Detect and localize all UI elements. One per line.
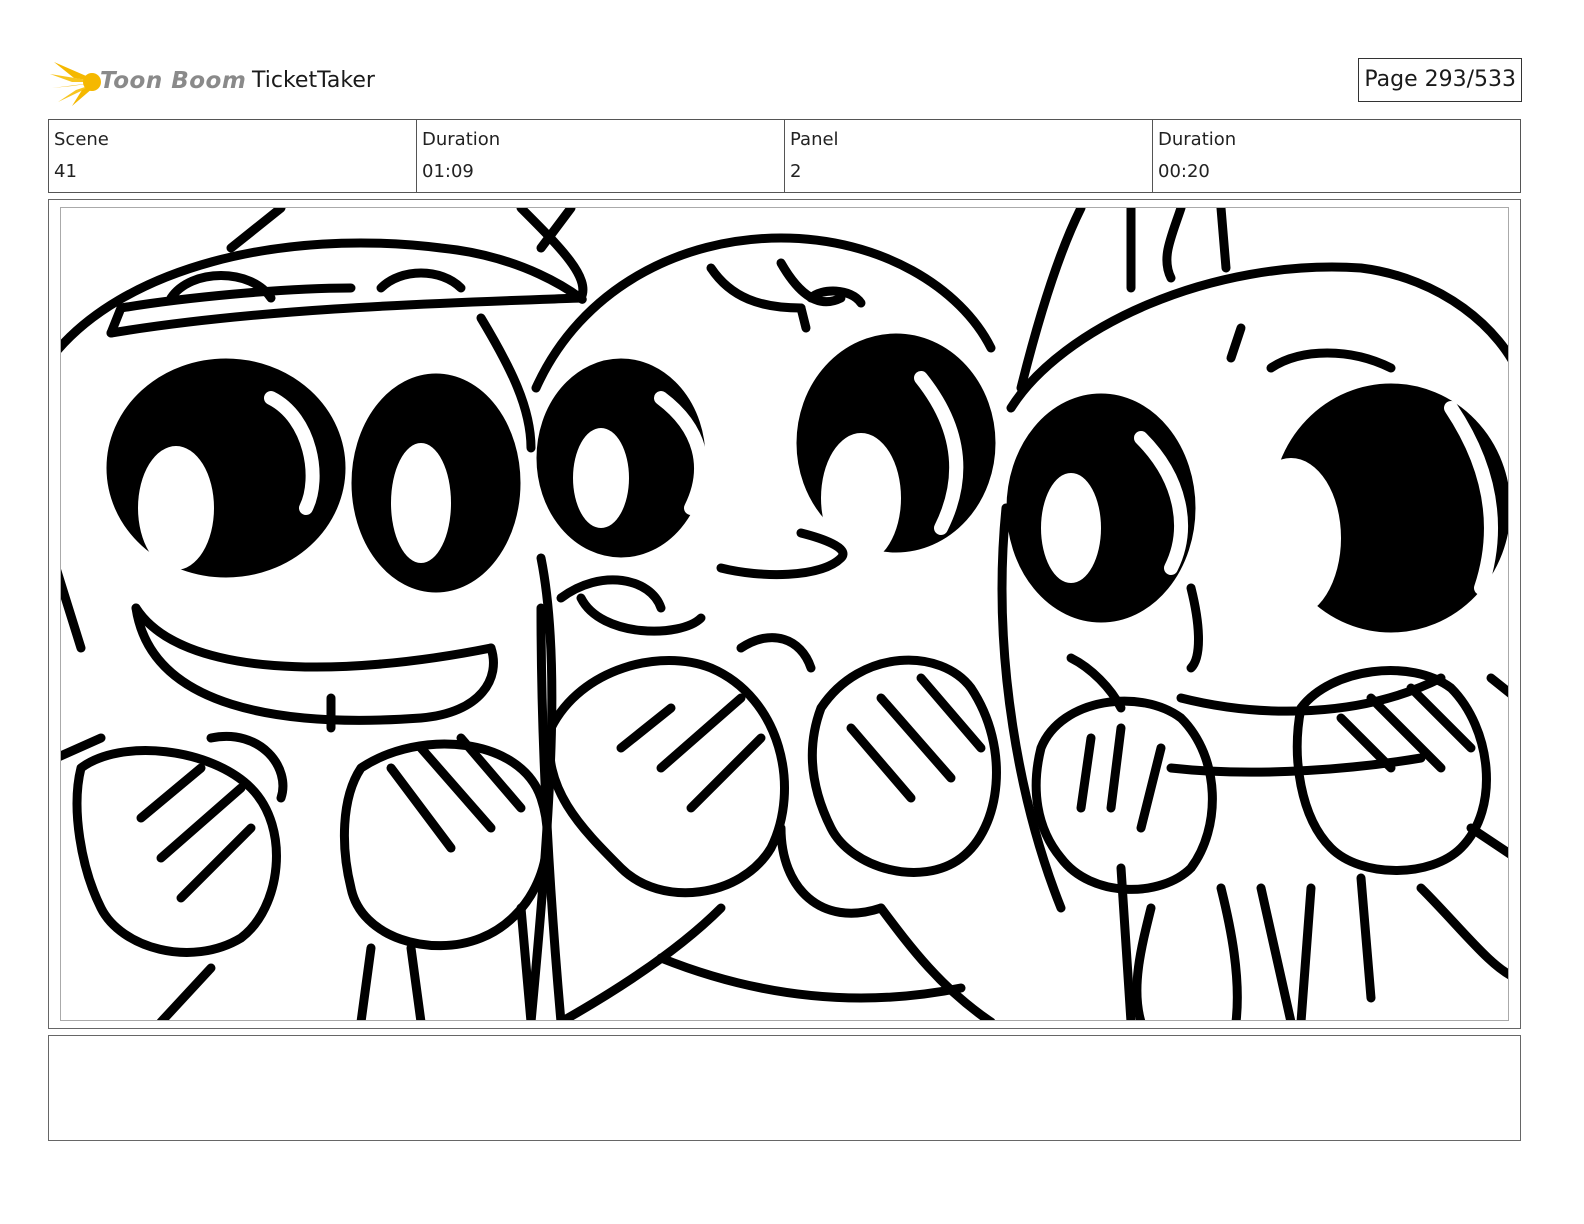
page-counter: Page 293/533 — [1358, 58, 1522, 102]
page-header: Toon Boom TicketTaker Page 293/533 — [48, 52, 1522, 112]
panel-drawing-area — [60, 207, 1509, 1021]
storyboard-panel — [48, 199, 1521, 1029]
scene-label: Scene — [54, 129, 109, 150]
panel-duration-value: 00:20 — [1158, 161, 1210, 182]
scene-duration-label: Duration — [422, 129, 501, 150]
logo-text: Toon Boom — [100, 68, 247, 94]
sunburst-icon — [50, 62, 101, 106]
toon-boom-logo: Toon Boom — [48, 56, 248, 108]
panel-notes-box — [48, 1035, 1521, 1141]
scene-duration-value: 01:09 — [422, 161, 474, 182]
panel-cell: Panel 2 — [785, 120, 1153, 192]
scene-duration-cell: Duration 01:09 — [417, 120, 785, 192]
storyboard-sketch — [61, 208, 1508, 1020]
project-title: TicketTaker — [252, 68, 375, 93]
panel-label: Panel — [790, 129, 839, 150]
panel-duration-cell: Duration 00:20 — [1153, 120, 1520, 192]
middle-character-drawing — [531, 233, 1001, 1020]
scene-value: 41 — [54, 161, 77, 182]
right-character-drawing — [997, 208, 1508, 1020]
scene-info-table: Scene 41 Duration 01:09 Panel 2 Duration… — [48, 119, 1521, 193]
panel-value: 2 — [790, 161, 802, 182]
left-character-drawing — [61, 208, 588, 1020]
panel-duration-label: Duration — [1158, 129, 1237, 150]
scene-cell: Scene 41 — [49, 120, 417, 192]
